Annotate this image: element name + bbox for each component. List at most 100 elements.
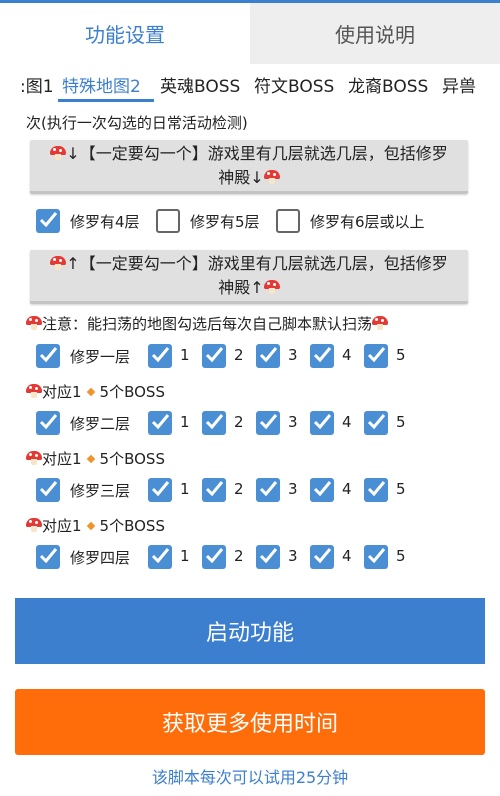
- boss3-label: 3: [288, 480, 298, 498]
- floor6-checkbox[interactable]: [276, 209, 300, 233]
- boss1-label: 1: [180, 480, 190, 498]
- boss2-checkbox[interactable]: [202, 545, 226, 569]
- floor4-checkbox[interactable]: [36, 209, 60, 233]
- get-more-time-button[interactable]: 获取更多使用时间: [15, 689, 485, 755]
- boss2-checkbox[interactable]: [202, 411, 226, 435]
- boss1-label: 1: [180, 346, 190, 364]
- sub-tab-special-map2[interactable]: 特殊地图2: [62, 72, 150, 100]
- floor-select-banner-down[interactable]: ↓【一定要勾一个】游戏里有几层就选几层，包括修罗神殿↓: [30, 140, 468, 194]
- diamond-icon: [86, 521, 95, 531]
- boss2-label: 2: [234, 547, 244, 565]
- mapping-label-row: 对应1 5个BOSS: [26, 515, 165, 536]
- mushroom-icon: [26, 384, 42, 398]
- diamond-icon: [86, 454, 95, 464]
- boss3-checkbox[interactable]: [256, 545, 280, 569]
- boss3-checkbox[interactable]: [256, 344, 280, 368]
- sub-tab-dragon-boss[interactable]: 龙裔BOSS: [348, 72, 432, 100]
- floor5-label: 修罗有5层: [190, 213, 260, 231]
- boss4-checkbox[interactable]: [310, 545, 334, 569]
- floor-row-3: 修罗三层 1 2 3 4 5: [36, 476, 476, 504]
- sub-tab-rune-boss[interactable]: 符文BOSS: [254, 72, 338, 100]
- boss5-checkbox[interactable]: [364, 344, 388, 368]
- boss1-label: 1: [180, 547, 190, 565]
- mapping-prefix: 对应1: [42, 517, 82, 535]
- floor4-row-label: 修罗四层: [70, 549, 131, 567]
- boss2-label: 2: [234, 346, 244, 364]
- floor4-row-checkbox[interactable]: [36, 545, 60, 569]
- boss3-label: 3: [288, 413, 298, 431]
- mapping-prefix: 对应1: [42, 450, 82, 468]
- boss2-checkbox[interactable]: [202, 344, 226, 368]
- boss3-checkbox[interactable]: [256, 478, 280, 502]
- mushroom-icon: [26, 518, 42, 532]
- top-tab-bar: 功能设置 使用说明: [0, 0, 500, 64]
- floor1-checkbox[interactable]: [36, 344, 60, 368]
- floor4-label: 修罗有4层: [70, 213, 140, 231]
- boss4-label: 4: [342, 480, 352, 498]
- floor2-label: 修罗二层: [70, 415, 131, 433]
- tab-usage-instructions[interactable]: 使用说明: [250, 3, 500, 64]
- floor1-label: 修罗一层: [70, 348, 131, 366]
- notice-text: 注意：能扫荡的地图勾选后每次自己脚本默认扫荡: [42, 315, 373, 333]
- mapping-label-row: 对应1 5个BOSS: [26, 381, 165, 402]
- boss2-label: 2: [234, 480, 244, 498]
- mushroom-icon: [50, 255, 67, 270]
- boss2-label: 2: [234, 413, 244, 431]
- diamond-icon: [86, 387, 95, 397]
- floor5-checkbox[interactable]: [156, 209, 180, 233]
- mapping-label-row: 对应1 5个BOSS: [26, 448, 165, 469]
- boss4-checkbox[interactable]: [310, 478, 334, 502]
- map-sub-tab-bar: :图1 特殊地图2 英魂BOSS 符文BOSS 龙裔BOSS 异兽: [0, 64, 500, 104]
- mapping-suffix: 5个BOSS: [99, 383, 165, 401]
- floor-row-4: 修罗四层 1 2 3 4 5: [36, 543, 476, 571]
- start-function-button[interactable]: 启动功能: [15, 598, 485, 664]
- mapping-suffix: 5个BOSS: [99, 517, 165, 535]
- boss4-label: 4: [342, 346, 352, 364]
- sub-tab-hero-soul-boss[interactable]: 英魂BOSS: [160, 72, 244, 100]
- mushroom-icon: [26, 316, 42, 330]
- floor6-label: 修罗有6层或以上: [310, 213, 425, 231]
- floor-row-1: 修罗一层 1 2 3 4 5: [36, 342, 476, 370]
- mushroom-icon: [263, 279, 280, 294]
- boss1-checkbox[interactable]: [148, 344, 172, 368]
- sub-tab-map1[interactable]: :图1: [20, 72, 56, 100]
- boss4-label: 4: [342, 547, 352, 565]
- intro-text: 次(执行一次勾选的日常活动检测): [26, 114, 248, 132]
- boss5-label: 5: [396, 547, 406, 565]
- boss5-label: 5: [396, 413, 406, 431]
- mapping-suffix: 5个BOSS: [99, 450, 165, 468]
- floor3-label: 修罗三层: [70, 482, 131, 500]
- banner-up-text: ↑【一定要勾一个】游戏里有几层就选几层，包括修罗神殿↑: [66, 253, 448, 297]
- mushroom-icon: [372, 316, 389, 330]
- mushroom-icon: [50, 145, 67, 160]
- boss4-checkbox[interactable]: [310, 411, 334, 435]
- mushroom-icon: [26, 451, 42, 465]
- boss5-checkbox[interactable]: [364, 545, 388, 569]
- floor3-checkbox[interactable]: [36, 478, 60, 502]
- active-sub-tab-indicator: [58, 99, 154, 102]
- mushroom-icon: [263, 169, 280, 184]
- banner-up-content: ↑【一定要勾一个】游戏里有几层就选几层，包括修罗神殿↑: [48, 252, 450, 300]
- boss2-checkbox[interactable]: [202, 478, 226, 502]
- floor-select-banner-up[interactable]: ↑【一定要勾一个】游戏里有几层就选几层，包括修罗神殿↑: [30, 250, 468, 304]
- floor-count-options: 修罗有4层 修罗有5层 修罗有6层或以上: [36, 207, 476, 235]
- boss4-label: 4: [342, 413, 352, 431]
- boss4-checkbox[interactable]: [310, 344, 334, 368]
- trial-note: 该脚本每次可以试用25分钟: [151, 768, 349, 787]
- boss1-checkbox[interactable]: [148, 411, 172, 435]
- boss3-label: 3: [288, 547, 298, 565]
- boss3-label: 3: [288, 346, 298, 364]
- notice-text-row: 注意：能扫荡的地图勾选后每次自己脚本默认扫荡: [26, 313, 389, 334]
- mapping-prefix: 对应1: [42, 383, 82, 401]
- boss3-checkbox[interactable]: [256, 411, 280, 435]
- boss1-checkbox[interactable]: [148, 478, 172, 502]
- boss5-checkbox[interactable]: [364, 478, 388, 502]
- floor2-checkbox[interactable]: [36, 411, 60, 435]
- boss1-checkbox[interactable]: [148, 545, 172, 569]
- sub-tab-beast[interactable]: 异兽: [442, 72, 500, 100]
- boss5-label: 5: [396, 346, 406, 364]
- boss1-label: 1: [180, 413, 190, 431]
- banner-down-content: ↓【一定要勾一个】游戏里有几层就选几层，包括修罗神殿↓: [48, 142, 450, 190]
- boss5-checkbox[interactable]: [364, 411, 388, 435]
- tab-function-settings[interactable]: 功能设置: [0, 3, 250, 64]
